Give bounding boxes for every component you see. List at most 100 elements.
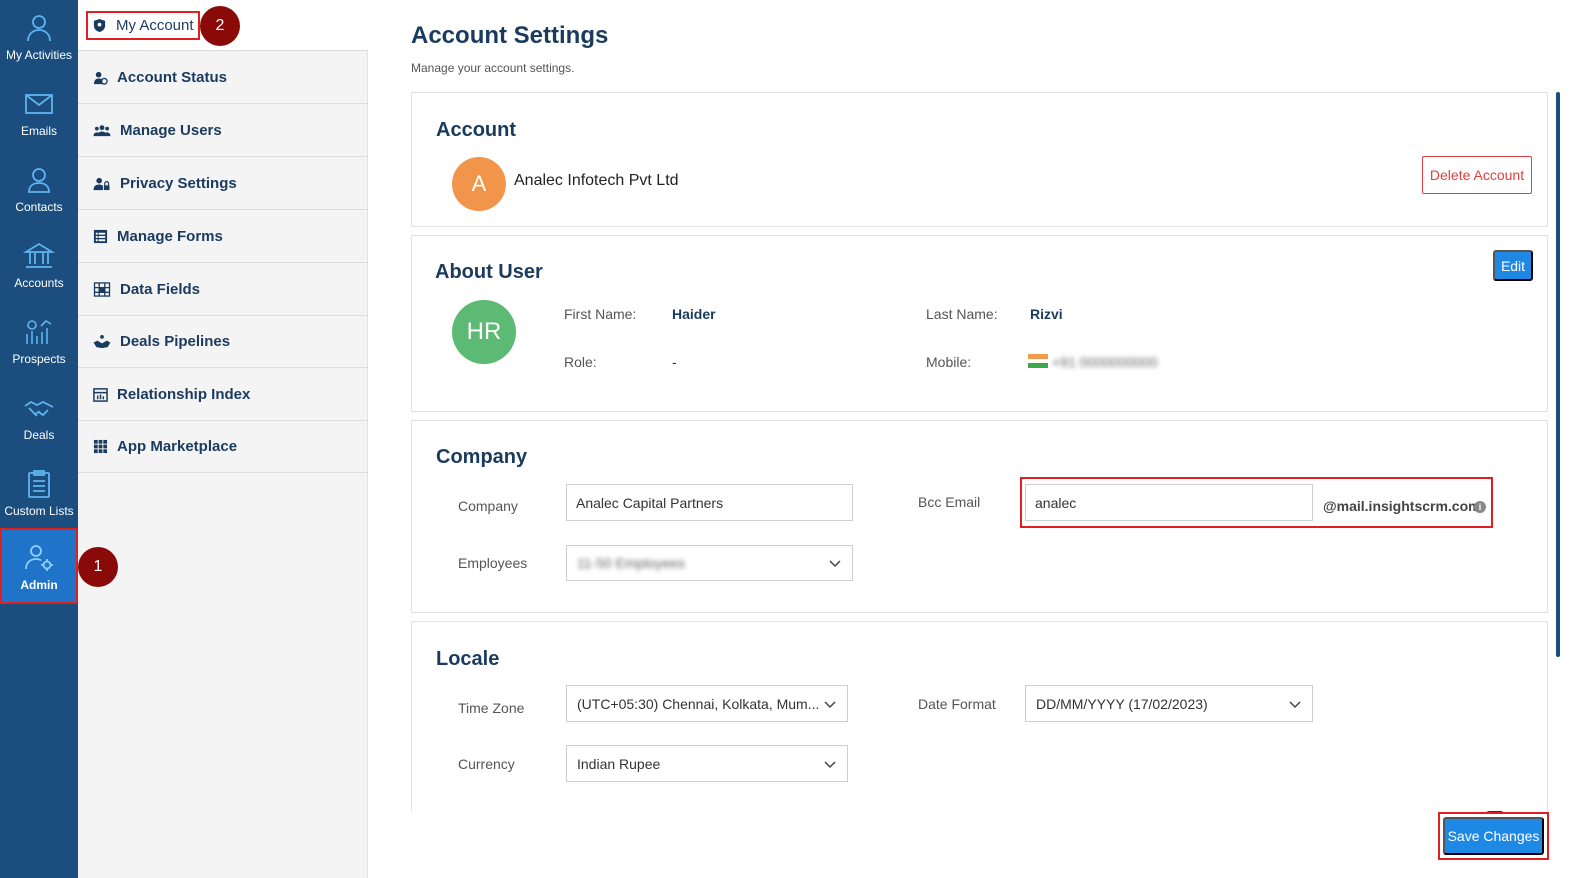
rail-item-custom-lists[interactable]: Custom Lists	[0, 456, 78, 532]
menu-item-manage-users[interactable]: Manage Users	[78, 104, 368, 157]
apps-icon	[93, 439, 108, 453]
rail-item-contacts[interactable]: Contacts	[0, 152, 78, 228]
menu-item-account-status[interactable]: Account Status	[78, 51, 368, 104]
rail-item-label: Admin	[20, 578, 58, 592]
employees-label: Employees	[458, 555, 528, 571]
date-format-label: Date Format	[918, 696, 996, 712]
main-scrollbar[interactable]	[1556, 92, 1560, 657]
employees-select[interactable]: 11-50 Employees	[566, 545, 853, 581]
info-icon[interactable]: i	[1474, 501, 1486, 513]
rail-item-prospects[interactable]: Prospects	[0, 304, 78, 380]
role-label: Role:	[564, 354, 597, 370]
prospects-icon	[26, 319, 52, 344]
menu-item-data-fields[interactable]: Data Fields	[78, 263, 368, 316]
menu-item-privacy-settings[interactable]: Privacy Settings	[78, 157, 368, 210]
currency-select-value: Indian Rupee	[577, 755, 661, 772]
first-name-label: First Name:	[564, 306, 637, 322]
page-subtitle: Manage your account settings.	[411, 61, 575, 75]
chevron-down-icon	[829, 560, 841, 568]
menu-item-label: Relationship Index	[117, 385, 251, 403]
mobile-value: +91 0000000000	[1052, 354, 1158, 370]
date-format-select-value: DD/MM/YYYY (17/02/2023)	[1036, 695, 1208, 712]
users-icon	[93, 124, 111, 136]
chevron-down-icon	[824, 700, 836, 708]
rail-item-emails[interactable]: Emails	[0, 76, 78, 152]
about-user-card: About User Edit HR First Name: Haider La…	[411, 235, 1548, 412]
account-card: Account A Analec Infotech Pvt Ltd Delete…	[411, 92, 1548, 227]
menu-item-label: Manage Forms	[117, 227, 223, 245]
rail-item-my-activities[interactable]: My Activities	[0, 0, 78, 76]
menu-item-label: Manage Users	[120, 121, 222, 139]
employees-select-value: 11-50 Employees	[577, 555, 685, 571]
menu-item-manage-forms[interactable]: Manage Forms	[78, 210, 368, 263]
bank-icon	[23, 242, 55, 268]
menu-item-label: Deals Pipelines	[120, 332, 231, 350]
user-gear-icon	[25, 545, 53, 571]
menu-item-label: Account Status	[117, 68, 228, 86]
my-account-highlight: My Account	[86, 10, 200, 40]
bcc-email-label: Bcc Email	[918, 494, 981, 510]
last-name-value: Rizvi	[1030, 306, 1063, 322]
icon-rail: My Activities Emails Contacts Accounts P…	[0, 0, 78, 878]
envelope-icon	[25, 94, 53, 114]
currency-select[interactable]: Indian Rupee	[566, 745, 848, 782]
timezone-label: Time Zone	[458, 700, 525, 716]
rail-item-label: Accounts	[14, 276, 64, 290]
menu-item-relationship-index[interactable]: Relationship Index	[78, 368, 368, 421]
rail-item-label: Custom Lists	[4, 504, 74, 518]
bcc-email-domain: @mail.insightscrm.com	[1323, 498, 1481, 514]
company-section-title: Company	[436, 446, 528, 468]
menu-item-label: Data Fields	[120, 280, 201, 298]
timezone-select-value: (UTC+05:30) Chennai, Kolkata, Mum...	[577, 695, 820, 712]
user-icon	[27, 15, 51, 42]
last-name-label: Last Name:	[926, 306, 998, 322]
user-lock-icon	[93, 71, 108, 85]
about-user-section-title: About User	[435, 261, 543, 283]
role-value: -	[672, 354, 677, 370]
user-avatar: HR	[452, 300, 516, 364]
menu-item-deals-pipelines[interactable]: Deals Pipelines	[78, 315, 368, 368]
clipboard-icon	[28, 470, 50, 498]
save-changes-button[interactable]: Save Changes	[1443, 817, 1544, 855]
first-name-value: Haider	[672, 306, 716, 322]
rail-item-admin[interactable]: Admin	[0, 528, 78, 604]
contact-icon	[28, 168, 50, 193]
account-name: Analec Infotech Pvt Ltd	[514, 172, 679, 189]
account-section-title: Account	[436, 119, 516, 141]
company-input[interactable]	[566, 484, 853, 521]
locale-section-title: Locale	[436, 648, 500, 670]
rail-item-label: Deals	[23, 428, 55, 442]
menu-item-app-marketplace[interactable]: App Marketplace	[78, 420, 368, 473]
timezone-select[interactable]: (UTC+05:30) Chennai, Kolkata, Mum...	[566, 685, 848, 722]
user-lock-icon	[93, 177, 110, 190]
step-badge-2: 2	[200, 6, 240, 46]
menu-item-label: App Marketplace	[117, 437, 238, 455]
rail-item-deals[interactable]: Deals	[0, 380, 78, 456]
locale-card: Locale Time Zone (UTC+05:30) Chennai, Ko…	[411, 621, 1548, 811]
calendar-icon	[93, 387, 108, 402]
rail-item-label: Contacts	[15, 200, 63, 214]
step-badge-1: 1	[78, 547, 118, 587]
menu-item-label: My Account	[116, 16, 194, 34]
grid-icon	[93, 281, 111, 297]
menu-item-label: Privacy Settings	[120, 174, 237, 192]
company-label: Company	[458, 498, 518, 514]
mobile-label: Mobile:	[926, 354, 972, 370]
currency-label: Currency	[458, 756, 515, 772]
handshake-icon	[24, 400, 54, 417]
rail-item-label: My Activities	[5, 48, 72, 62]
admin-menu: My Account Account Status Manage Users P…	[78, 0, 368, 878]
edit-button[interactable]: Edit	[1493, 250, 1533, 281]
shield-icon	[93, 18, 106, 32]
rail-item-accounts[interactable]: Accounts	[0, 228, 78, 304]
form-icon	[93, 229, 108, 243]
chevron-down-icon	[1289, 700, 1301, 708]
india-flag-icon	[1028, 354, 1048, 368]
chevron-down-icon	[824, 760, 836, 768]
handshake-icon	[93, 334, 111, 348]
date-format-select[interactable]: DD/MM/YYYY (17/02/2023)	[1025, 685, 1313, 722]
bcc-email-input[interactable]	[1025, 484, 1313, 521]
account-avatar: A	[452, 157, 506, 211]
rail-item-label: Emails	[20, 124, 57, 138]
delete-account-button[interactable]: Delete Account	[1422, 156, 1532, 194]
